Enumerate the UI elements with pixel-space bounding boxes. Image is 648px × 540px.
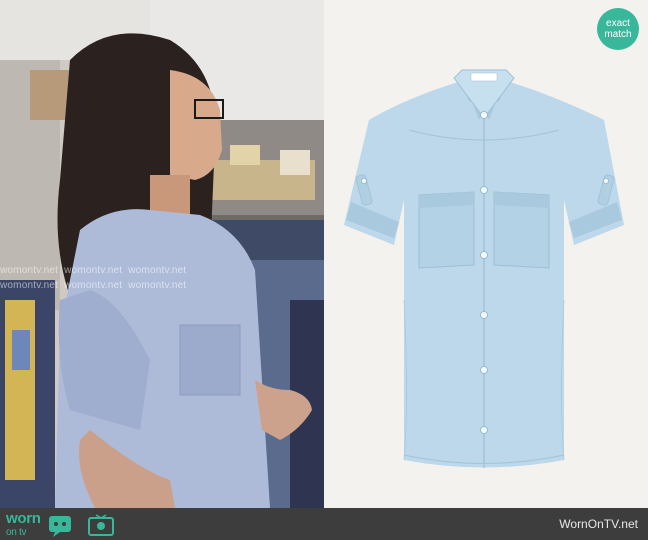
- site-url[interactable]: WornOnTV.net: [559, 517, 638, 531]
- brand-logo[interactable]: worn on tv: [6, 510, 117, 540]
- speech-bubble-icon: [48, 516, 71, 537]
- tv-still-photo: womontv.net womontv.net womontv.net womo…: [0, 0, 324, 508]
- product-photo: [324, 0, 648, 508]
- watermark-row: womontv.net womontv.net womontv.net: [0, 280, 187, 291]
- brand-wordmark: worn on tv: [6, 510, 41, 538]
- badge-line2: match: [604, 29, 632, 40]
- footer-bar: worn on tv WornOnTV.net: [0, 508, 648, 540]
- exact-match-badge: exact match: [597, 8, 639, 50]
- tv-icon: [87, 514, 114, 536]
- blue-shirt-illustration: [344, 69, 624, 468]
- tv-still-illustration: [0, 0, 324, 508]
- watermark-row: womontv.net womontv.net womontv.net: [0, 265, 187, 276]
- image-stage: womontv.net womontv.net womontv.net womo…: [0, 0, 648, 508]
- badge-line1: exact: [606, 18, 630, 29]
